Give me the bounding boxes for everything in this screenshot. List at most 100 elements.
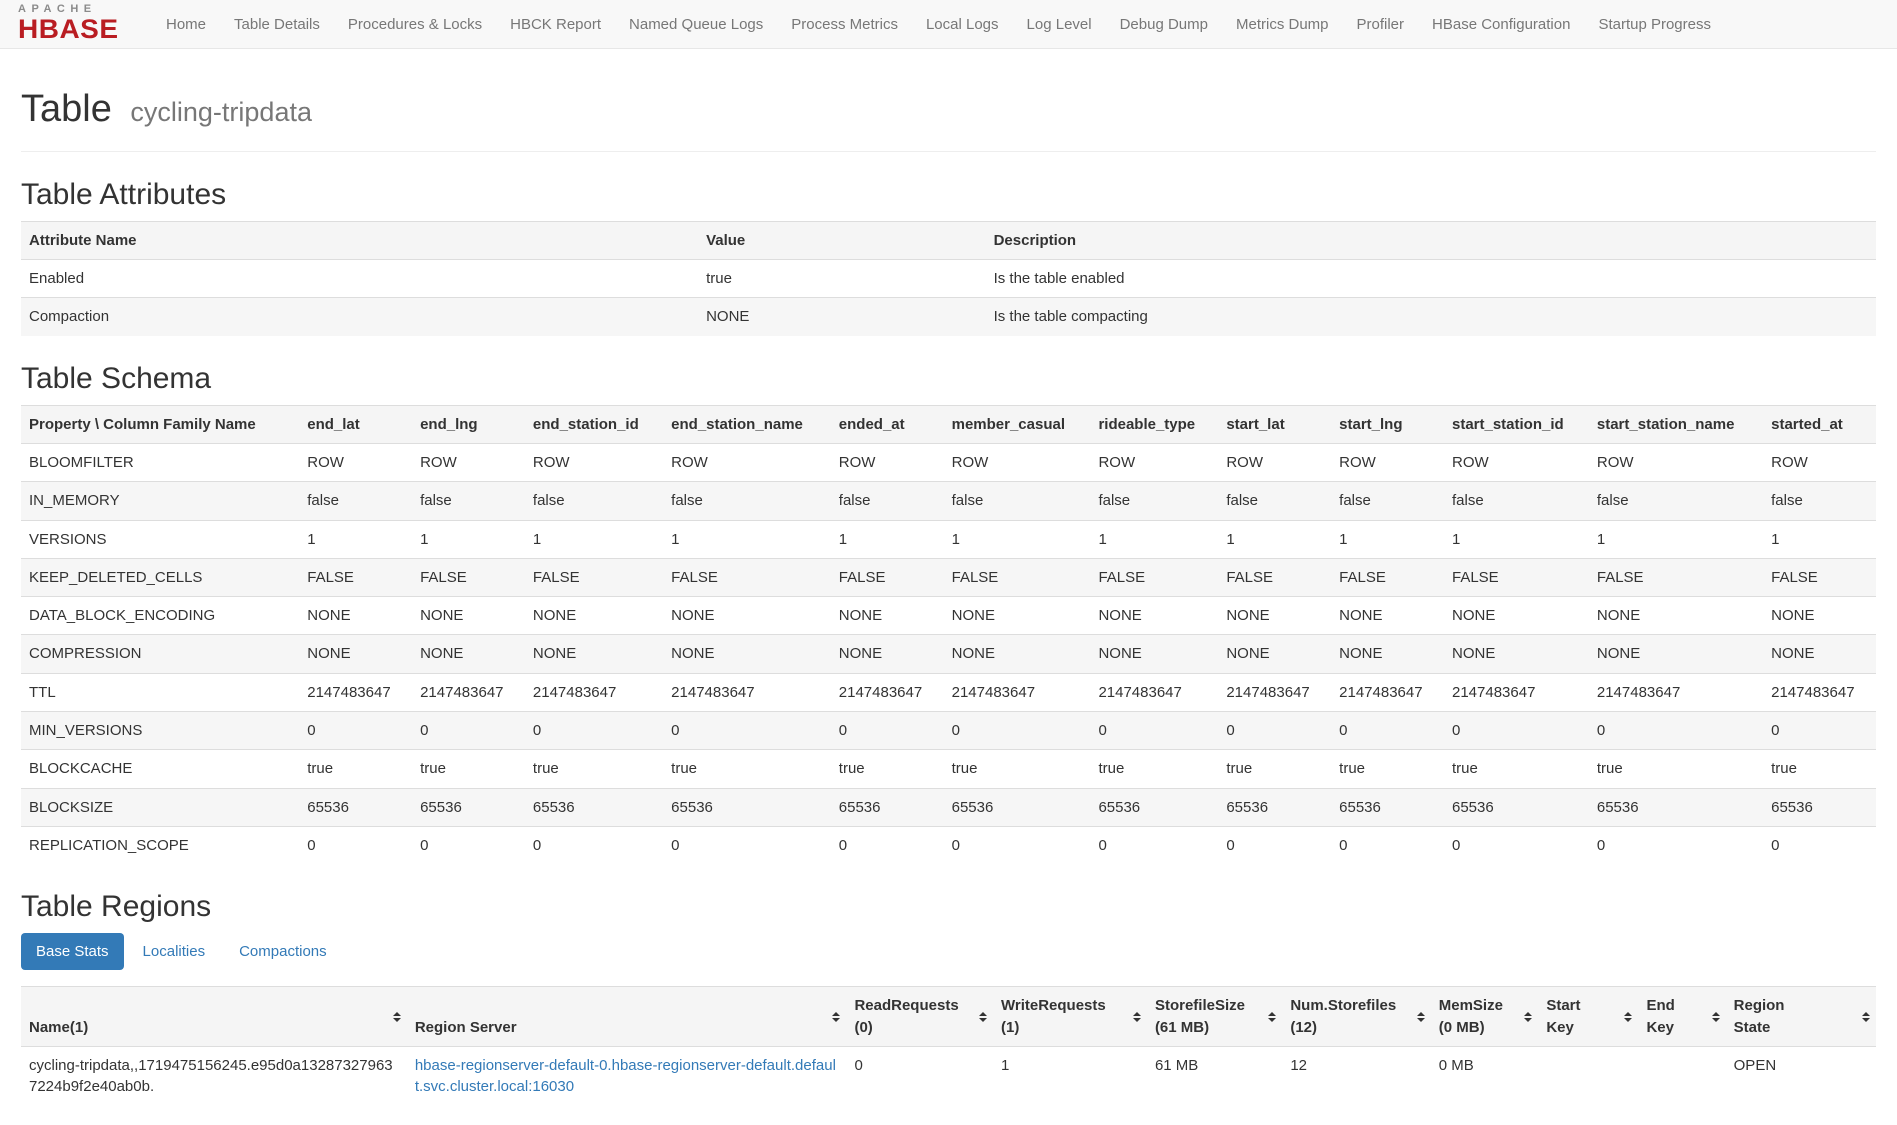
schema-value: false [1589, 482, 1763, 520]
regions-col-start-key[interactable]: StartKey [1538, 987, 1638, 1047]
regions-col-region-state[interactable]: RegionState [1726, 987, 1876, 1047]
sort-arrows-icon[interactable] [1712, 1012, 1720, 1022]
region-server-link[interactable]: hbase-regionserver-default-0.hbase-regio… [415, 1057, 836, 1095]
table-row: CompactionNONEIs the table compacting [21, 298, 1876, 336]
schema-value: 0 [1090, 826, 1218, 864]
attr-col-value: Value [698, 221, 986, 259]
schema-value: 1 [944, 520, 1091, 558]
sort-arrows-icon[interactable] [1624, 1012, 1632, 1022]
nav-item-profiler[interactable]: Profiler [1343, 2, 1419, 47]
schema-value: NONE [944, 597, 1091, 635]
schema-value: 65536 [1090, 788, 1218, 826]
regions-col-region-server[interactable]: Region Server [407, 987, 847, 1047]
header-line: (1) [1001, 1017, 1125, 1038]
regions-col-readrequests-0[interactable]: ReadRequests(0) [846, 987, 993, 1047]
schema-value: FALSE [663, 558, 831, 596]
schema-value: NONE [1090, 597, 1218, 635]
schema-value: 0 [299, 826, 412, 864]
regions-col-writerequests-1[interactable]: WriteRequests(1) [993, 987, 1147, 1047]
schema-value: ROW [1218, 443, 1331, 481]
nav-item-local-logs[interactable]: Local Logs [912, 2, 1013, 47]
nav-item-startup-progress[interactable]: Startup Progress [1584, 2, 1725, 47]
nav-item-hbck-report[interactable]: HBCK Report [496, 2, 615, 47]
sort-arrows-icon[interactable] [979, 1012, 987, 1022]
page-title: Table [21, 88, 112, 130]
schema-family-end-lng: end_lng [412, 405, 525, 443]
regions-col-memsize-0-mb[interactable]: MemSize(0 MB) [1431, 987, 1539, 1047]
schema-property: BLOCKCACHE [21, 750, 299, 788]
schema-value: NONE [1763, 597, 1876, 635]
sort-arrows-icon[interactable] [1268, 1012, 1276, 1022]
sort-arrows-icon[interactable] [1524, 1012, 1532, 1022]
regions-col-storefilesize-61-mb[interactable]: StorefileSize(61 MB) [1147, 987, 1282, 1047]
nav-item-hbase-configuration[interactable]: HBase Configuration [1418, 2, 1584, 47]
schema-value: true [1090, 750, 1218, 788]
regions-col-end-key[interactable]: EndKey [1638, 987, 1725, 1047]
regions-col-name-1[interactable]: Name(1) [21, 987, 407, 1047]
schema-value: 0 [1218, 826, 1331, 864]
schema-value: ROW [1763, 443, 1876, 481]
schema-value: 65536 [1218, 788, 1331, 826]
header-line: (0 MB) [1439, 1017, 1517, 1038]
hbase-logo[interactable]: APACHE HBASE [18, 4, 130, 44]
header-line: Region [1734, 995, 1854, 1016]
schema-value: true [663, 750, 831, 788]
schema-value: NONE [944, 635, 1091, 673]
sort-arrows-icon[interactable] [832, 1012, 840, 1022]
schema-value: ROW [412, 443, 525, 481]
nav-item-metrics-dump[interactable]: Metrics Dump [1222, 2, 1343, 47]
schema-value: true [412, 750, 525, 788]
schema-value: NONE [1763, 635, 1876, 673]
table-row: VERSIONS111111111111 [21, 520, 1876, 558]
attr-cell: Compaction [21, 298, 698, 336]
sort-arrows-icon[interactable] [1417, 1012, 1425, 1022]
header-line: Key [1646, 1017, 1703, 1038]
schema-property: BLOCKSIZE [21, 788, 299, 826]
header-line: Name(1) [29, 1017, 385, 1038]
nav-item-process-metrics[interactable]: Process Metrics [777, 2, 912, 47]
nav-item-debug-dump[interactable]: Debug Dump [1106, 2, 1222, 47]
tab-localities[interactable]: Localities [128, 933, 221, 970]
schema-value: 2147483647 [944, 673, 1091, 711]
schema-value: FALSE [1218, 558, 1331, 596]
schema-value: false [663, 482, 831, 520]
schema-property: REPLICATION_SCOPE [21, 826, 299, 864]
schema-value: 0 [1090, 712, 1218, 750]
schema-value: 65536 [831, 788, 944, 826]
regions-col-num-storefiles-12[interactable]: Num.Storefiles(12) [1282, 987, 1430, 1047]
schema-value: false [1444, 482, 1589, 520]
attr-col-attribute-name: Attribute Name [21, 221, 698, 259]
nav-item-home[interactable]: Home [152, 2, 220, 47]
sort-arrows-icon[interactable] [1133, 1012, 1141, 1022]
nav-item-named-queue-logs-wrap: Named Queue Logs [615, 2, 777, 47]
schema-value: NONE [663, 635, 831, 673]
schema-value: 65536 [1444, 788, 1589, 826]
sort-arrows-icon[interactable] [1862, 1012, 1870, 1022]
table-row: BLOOMFILTERROWROWROWROWROWROWROWROWROWRO… [21, 443, 1876, 481]
schema-value: NONE [525, 597, 663, 635]
schema-property: COMPRESSION [21, 635, 299, 673]
schema-value: NONE [1444, 597, 1589, 635]
schema-value: false [1218, 482, 1331, 520]
schema-value: 0 [525, 712, 663, 750]
sort-arrows-icon[interactable] [393, 1012, 401, 1022]
nav-item-log-level[interactable]: Log Level [1013, 2, 1106, 47]
tab-wrap: Base Stats [21, 933, 124, 970]
schema-value: true [1331, 750, 1444, 788]
tab-compactions[interactable]: Compactions [224, 933, 342, 970]
nav-item-procedures-locks[interactable]: Procedures & Locks [334, 2, 496, 47]
nav-item-named-queue-logs[interactable]: Named Queue Logs [615, 2, 777, 47]
region-cell-start-key [1538, 1046, 1638, 1105]
nav-item-table-details[interactable]: Table Details [220, 2, 334, 47]
region-cell-region-state: OPEN [1726, 1046, 1876, 1105]
tab-base-stats[interactable]: Base Stats [21, 933, 124, 970]
header-line: (61 MB) [1155, 1017, 1260, 1038]
schema-value: 2147483647 [831, 673, 944, 711]
schema-value: FALSE [1331, 558, 1444, 596]
region-name: cycling-tripdata,,1719475156245.e95d0a13… [29, 1057, 393, 1095]
schema-value: NONE [1090, 635, 1218, 673]
nav-item-home-wrap: Home [152, 2, 220, 47]
header-line: Key [1546, 1017, 1616, 1038]
schema-value: false [1331, 482, 1444, 520]
schema-value: FALSE [1090, 558, 1218, 596]
